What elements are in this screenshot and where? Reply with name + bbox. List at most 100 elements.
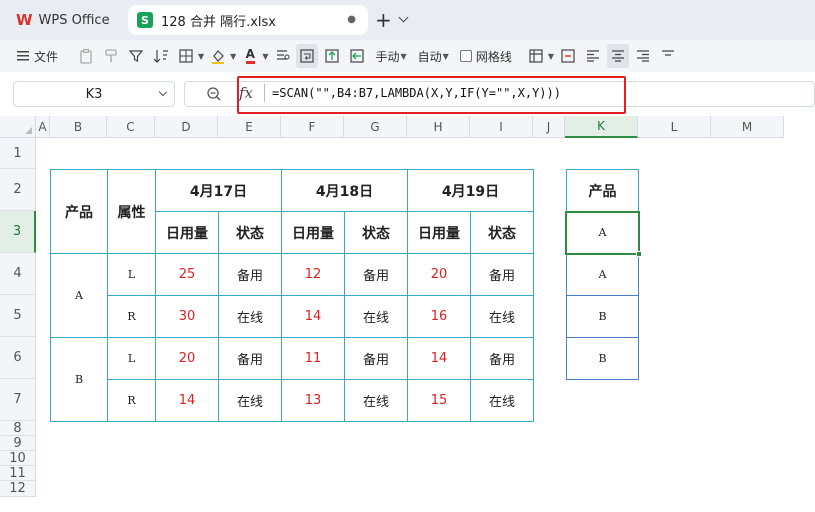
fill-handle[interactable] [636,251,642,257]
status-cell[interactable]: 在线 [344,379,408,422]
attr-cell[interactable]: R [107,379,156,422]
usage-header-cell[interactable]: 日用量 [407,211,471,254]
borders-button[interactable]: ▼ [175,44,204,68]
status-cell[interactable]: 在线 [218,379,282,422]
usage-cell[interactable]: 20 [407,253,471,296]
filter-button[interactable] [125,44,147,68]
attr-cell[interactable]: L [107,337,156,380]
tab-wps-office[interactable]: W WPS Office [6,6,124,34]
header-attr-cell[interactable]: 属性 [107,169,156,254]
status-header-cell[interactable]: 状态 [344,211,408,254]
usage-cell[interactable]: 30 [155,295,219,338]
name-box[interactable]: K3 [13,81,175,107]
status-header-cell[interactable]: 状态 [218,211,282,254]
file-menu-label[interactable]: 文件 [34,48,58,65]
result-cell[interactable]: B [566,337,639,380]
row-header[interactable]: 6 [0,337,36,379]
row-header[interactable]: 12 [0,481,36,497]
align-top-button[interactable] [657,44,679,68]
column-header[interactable]: M [711,116,784,138]
result-cell[interactable]: B [566,295,639,338]
column-header[interactable]: L [638,116,711,138]
cell-format-button[interactable] [271,44,293,68]
auto-button[interactable]: 自动 ▼ [418,44,449,68]
menu-button[interactable]: 文件 [12,44,58,68]
font-color-button[interactable]: A ▼ [239,44,268,68]
row-header[interactable]: 7 [0,379,36,421]
status-cell[interactable]: 在线 [470,295,534,338]
column-header[interactable]: B [50,116,107,138]
row-header[interactable]: 5 [0,295,36,337]
zoom-icon[interactable] [206,86,222,102]
column-header[interactable]: F [281,116,344,138]
usage-cell[interactable]: 14 [407,337,471,380]
format-painter-button[interactable] [100,44,122,68]
row-header[interactable]: 8 [0,421,36,436]
date-header-cell[interactable]: 4月19日 [407,169,534,212]
usage-cell[interactable]: 11 [281,337,345,380]
tab-list-chevron-icon[interactable] [398,12,409,23]
result-header-cell[interactable]: 产品 [566,169,639,212]
usage-cell[interactable]: 12 [281,253,345,296]
align-right-button[interactable] [632,44,654,68]
status-cell[interactable]: 在线 [218,295,282,338]
column-header[interactable]: C [107,116,155,138]
column-header[interactable]: G [344,116,407,138]
chevron-down-icon[interactable] [158,87,168,97]
row-header[interactable]: 9 [0,436,36,451]
tab-document[interactable]: S 128 合并 隔行.xlsx ● [128,5,368,35]
usage-cell[interactable]: 20 [155,337,219,380]
wrap-text-button[interactable] [296,44,319,68]
column-header[interactable]: J [533,116,565,138]
column-header[interactable]: H [407,116,470,138]
insert-row-button[interactable] [321,44,343,68]
usage-cell[interactable]: 15 [407,379,471,422]
attr-cell[interactable]: L [107,253,156,296]
usage-header-cell[interactable]: 日用量 [155,211,219,254]
usage-header-cell[interactable]: 日用量 [281,211,345,254]
insert-column-button[interactable] [346,44,368,68]
usage-cell[interactable]: 14 [155,379,219,422]
status-cell[interactable]: 备用 [470,337,534,380]
status-header-cell[interactable]: 状态 [470,211,534,254]
row-header[interactable]: 10 [0,451,36,466]
row-header[interactable]: 3 [0,211,36,253]
sort-button[interactable] [150,44,172,68]
row-header[interactable]: 4 [0,253,36,295]
manual-button[interactable]: 手动 ▼ [375,44,406,68]
column-header[interactable]: E [218,116,281,138]
usage-cell[interactable]: 16 [407,295,471,338]
fill-color-button[interactable]: ▼ [207,44,236,68]
date-header-cell[interactable]: 4月17日 [155,169,282,212]
usage-cell[interactable]: 14 [281,295,345,338]
attr-cell[interactable]: R [107,295,156,338]
status-cell[interactable]: 在线 [470,379,534,422]
usage-cell[interactable]: 13 [281,379,345,422]
gridlines-checkbox[interactable] [459,50,472,62]
select-all-corner[interactable] [0,116,36,138]
align-left-button[interactable] [582,44,604,68]
row-header[interactable]: 2 [0,169,36,211]
column-header[interactable]: K [565,116,638,138]
column-header[interactable]: A [36,116,50,138]
new-tab-button[interactable]: + [375,8,392,32]
status-cell[interactable]: 备用 [218,253,282,296]
header-product-cell[interactable]: 产品 [50,169,108,254]
align-center-button[interactable] [607,44,629,68]
column-header[interactable]: D [155,116,218,138]
column-header[interactable]: I [470,116,533,138]
status-cell[interactable]: 备用 [470,253,534,296]
freeze-button[interactable]: ▼ [525,44,554,68]
product-cell[interactable]: B [50,337,108,422]
status-cell[interactable]: 备用 [218,337,282,380]
status-cell[interactable]: 在线 [344,295,408,338]
row-header[interactable]: 1 [0,138,36,169]
date-header-cell[interactable]: 4月18日 [281,169,408,212]
status-cell[interactable]: 备用 [344,253,408,296]
gridlines-toggle[interactable]: 网格线 [459,44,512,68]
row-header[interactable]: 11 [0,466,36,481]
status-cell[interactable]: 备用 [344,337,408,380]
paste-button[interactable] [75,44,97,68]
unsaved-dot-icon[interactable]: ● [347,14,356,25]
usage-cell[interactable]: 25 [155,253,219,296]
